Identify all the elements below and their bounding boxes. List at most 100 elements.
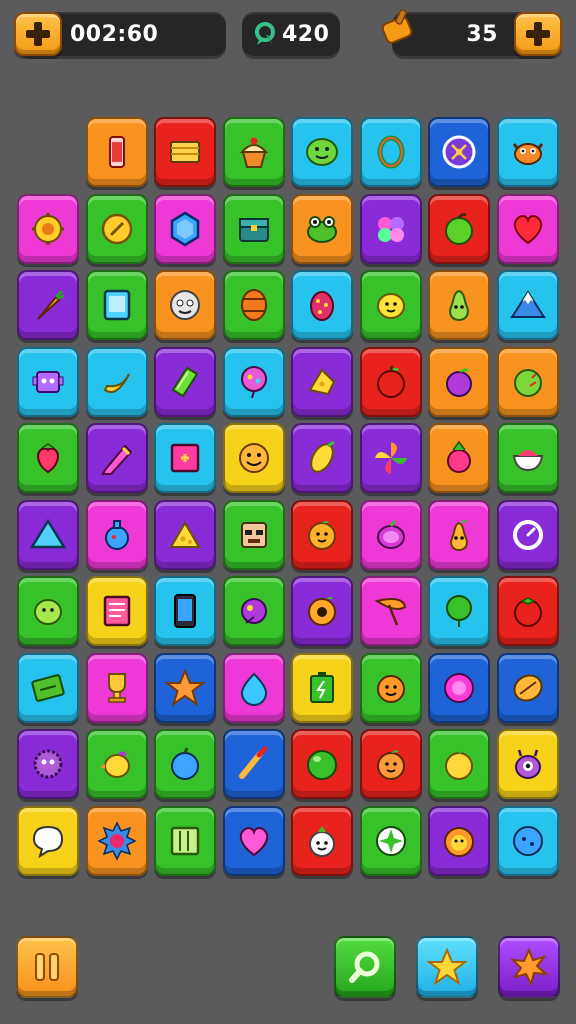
board-tile[interactable] bbox=[496, 729, 559, 799]
board-tile[interactable] bbox=[496, 576, 559, 646]
picture-frame-icon bbox=[170, 443, 200, 473]
board-tile[interactable] bbox=[496, 117, 559, 187]
board-tile[interactable] bbox=[17, 270, 79, 340]
board-tile[interactable] bbox=[291, 270, 353, 340]
hexagon-gem-icon bbox=[170, 211, 200, 246]
board-tile[interactable] bbox=[222, 193, 285, 264]
balloon-icon bbox=[240, 365, 267, 398]
board-tile[interactable] bbox=[496, 499, 559, 570]
board-tile[interactable] bbox=[428, 193, 490, 264]
board-tile[interactable] bbox=[291, 576, 353, 646]
board-tile[interactable] bbox=[85, 423, 148, 493]
board-tile[interactable] bbox=[154, 117, 216, 187]
green-balloon-icon bbox=[446, 595, 472, 627]
board-tile[interactable] bbox=[17, 805, 79, 876]
board-tile[interactable] bbox=[496, 423, 559, 493]
board-tile[interactable] bbox=[496, 652, 559, 723]
board-tile[interactable] bbox=[85, 729, 148, 799]
board-tile[interactable] bbox=[222, 423, 285, 493]
board-tile[interactable] bbox=[154, 499, 216, 570]
lime-face-icon bbox=[34, 599, 62, 625]
power-button[interactable] bbox=[498, 936, 560, 998]
potion-icon bbox=[104, 519, 129, 550]
board-tile[interactable] bbox=[291, 193, 353, 264]
board-tile[interactable] bbox=[222, 576, 285, 646]
board-tile[interactable] bbox=[17, 346, 79, 417]
board-tile[interactable] bbox=[17, 499, 79, 570]
board-tile[interactable] bbox=[291, 729, 353, 799]
board-tile[interactable] bbox=[85, 576, 148, 646]
board-tile[interactable] bbox=[222, 729, 285, 799]
coin-icon bbox=[101, 213, 132, 244]
board-tile[interactable] bbox=[17, 193, 79, 264]
board-tile[interactable] bbox=[428, 499, 490, 570]
board-tile[interactable] bbox=[17, 729, 79, 799]
board-tile[interactable] bbox=[359, 729, 422, 799]
board-tile[interactable] bbox=[428, 117, 490, 187]
board-tile[interactable] bbox=[359, 576, 422, 646]
board-tile[interactable] bbox=[359, 499, 422, 570]
board-tile[interactable] bbox=[359, 346, 422, 417]
board-tile[interactable] bbox=[496, 346, 559, 417]
board-tile[interactable] bbox=[291, 499, 353, 570]
board-tile[interactable] bbox=[428, 805, 490, 876]
carrot-icon bbox=[37, 289, 65, 320]
board-tile[interactable] bbox=[496, 270, 559, 340]
board-tile[interactable] bbox=[291, 117, 353, 187]
board-tile[interactable] bbox=[154, 729, 216, 799]
board-tile[interactable] bbox=[222, 346, 285, 417]
board-tile[interactable] bbox=[154, 423, 216, 493]
board-tile[interactable] bbox=[428, 423, 490, 493]
board-tile[interactable] bbox=[85, 805, 148, 876]
board-tile[interactable] bbox=[428, 346, 490, 417]
hint-button[interactable] bbox=[334, 936, 396, 998]
board-tile[interactable] bbox=[222, 270, 285, 340]
lime-icon bbox=[513, 368, 542, 397]
board-tile[interactable] bbox=[359, 652, 422, 723]
board-tile[interactable] bbox=[291, 346, 353, 417]
board-tile[interactable] bbox=[496, 805, 559, 876]
board-tile[interactable] bbox=[496, 193, 559, 264]
board-tile[interactable] bbox=[222, 652, 285, 723]
board-tile[interactable] bbox=[154, 652, 216, 723]
board-tile[interactable] bbox=[85, 652, 148, 723]
board-tile[interactable] bbox=[428, 729, 490, 799]
board-tile[interactable] bbox=[222, 805, 285, 876]
board-tile[interactable] bbox=[222, 117, 285, 187]
leaf-icon bbox=[374, 598, 406, 626]
board-tile[interactable] bbox=[154, 270, 216, 340]
phone-icon bbox=[174, 594, 196, 628]
board-tile[interactable] bbox=[17, 423, 79, 493]
board-tile[interactable] bbox=[222, 499, 285, 570]
board-tile[interactable] bbox=[428, 270, 490, 340]
board-tile[interactable] bbox=[359, 805, 422, 876]
can-icon bbox=[108, 136, 125, 168]
board-tile[interactable] bbox=[17, 576, 79, 646]
board-tile[interactable] bbox=[85, 193, 148, 264]
board-tile[interactable] bbox=[291, 423, 353, 493]
board-tile[interactable] bbox=[359, 193, 422, 264]
candy-bowl-icon bbox=[512, 450, 543, 472]
board-tile[interactable] bbox=[428, 652, 490, 723]
board-tile[interactable] bbox=[359, 423, 422, 493]
board-tile[interactable] bbox=[359, 270, 422, 340]
board-tile[interactable] bbox=[428, 576, 490, 646]
board-tile[interactable] bbox=[291, 652, 353, 723]
board-tile[interactable] bbox=[359, 117, 422, 187]
board-tile[interactable] bbox=[154, 576, 216, 646]
face-ball-icon bbox=[170, 290, 200, 320]
board-tile[interactable] bbox=[85, 499, 148, 570]
board-tile[interactable] bbox=[17, 652, 79, 723]
green-blob-icon bbox=[306, 138, 338, 166]
board-tile[interactable] bbox=[154, 346, 216, 417]
board-tile[interactable] bbox=[85, 270, 148, 340]
ring-icon bbox=[377, 135, 404, 169]
board-tile[interactable] bbox=[85, 117, 148, 187]
bonus-button[interactable] bbox=[416, 936, 478, 998]
board-tile[interactable] bbox=[85, 346, 148, 417]
board-tile[interactable] bbox=[154, 805, 216, 876]
triangle-gem-icon bbox=[29, 518, 67, 548]
pause-button[interactable] bbox=[16, 936, 78, 998]
board-tile[interactable] bbox=[291, 805, 353, 876]
board-tile[interactable] bbox=[154, 193, 216, 264]
